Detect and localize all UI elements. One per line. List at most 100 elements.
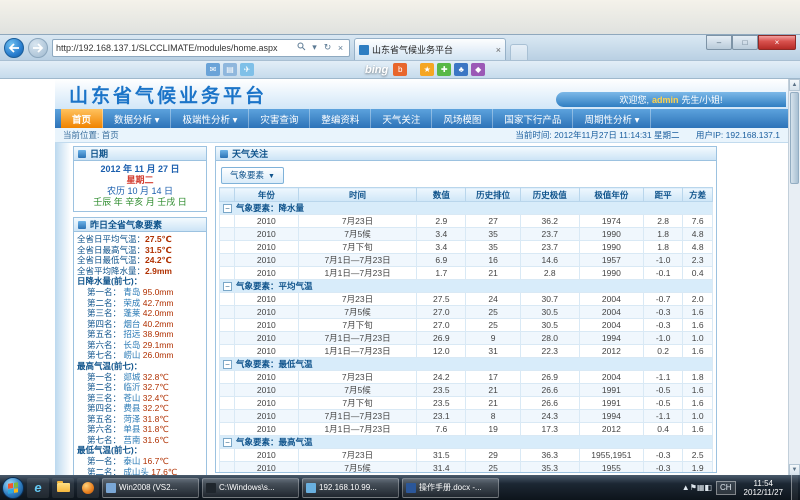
media-player-icon (82, 482, 94, 494)
taskbar-button[interactable]: 操作手册.docx -... (402, 478, 499, 498)
nav-item[interactable]: 国家下行产品 (493, 109, 573, 128)
nav-item[interactable]: 极端性分析 ▾ (171, 109, 249, 128)
bing-logo[interactable]: bing (365, 64, 388, 76)
tab-close-icon[interactable]: × (496, 45, 501, 55)
maximize-button[interactable]: □ (732, 35, 758, 50)
rank-group-title: 最低气温(前七)： (77, 445, 203, 456)
scroll-up-icon[interactable]: ▲ (789, 79, 800, 91)
nav-item[interactable]: 周期性分析 ▾ (573, 109, 651, 128)
rank-item: 第一名： 青岛 95.0mm (77, 287, 203, 298)
rank-group-title: 日降水量(前七)： (77, 276, 203, 287)
scrollbar-thumb[interactable] (790, 92, 799, 184)
rank-item: 第三名： 苍山 32.4℃ (77, 393, 203, 404)
table-row: 20107月23日2.92736.219742.87.6 (220, 215, 713, 228)
address-dropdown-icon[interactable]: ▾ (309, 42, 320, 53)
table-header-cell: 极值年份 (579, 188, 643, 202)
weather-focus-header: 天气关注 (216, 147, 716, 161)
notes-plugin-icon[interactable]: ▤ (223, 63, 237, 76)
plugin-icon-2[interactable]: ✚ (437, 63, 451, 76)
clock-time: 11:54 (744, 479, 783, 488)
weather-stat: 全省日最高气温：31.5℃ (77, 245, 203, 256)
nav-item[interactable]: 整编资料 (310, 109, 371, 128)
table-row: 20107月23日31.52936.31955,1951-0.32.5 (220, 449, 713, 462)
ie-taskbar-icon[interactable]: e (27, 478, 49, 498)
taskbar-button[interactable]: C:\Windows\s... (202, 478, 299, 498)
rank-item: 第七名： 莒南 31.6℃ (77, 435, 203, 446)
nav-item[interactable]: 天气关注 (371, 109, 432, 128)
table-row: 20107月23日24.21726.92004-1.11.8 (220, 371, 713, 384)
plugin-icon-4[interactable]: ◆ (471, 63, 485, 76)
table-group-row[interactable]: −气象要素：平均气温 (220, 280, 713, 293)
nav-item[interactable]: 风场模图 (432, 109, 493, 128)
explorer-taskbar-icon[interactable] (52, 478, 74, 498)
windows-flag-icon (8, 482, 18, 493)
rank-item: 第五名： 菏泽 31.8℃ (77, 414, 203, 425)
volume-icon[interactable]: ◧ (704, 483, 712, 492)
plugin-icon-3[interactable]: ♣ (454, 63, 468, 76)
taskbar-clock[interactable]: 11:54 2012/11/27 (740, 479, 787, 497)
show-desktop-button[interactable] (791, 475, 798, 500)
bing-search-icon[interactable]: b (393, 63, 407, 76)
table-row: 20101月1日—7月23日1.7212.81990-0.10.4 (220, 267, 713, 280)
weather-stat: 全省平均降水量：2.9mm (77, 266, 203, 277)
welcome-prefix: 欢迎您, (619, 93, 649, 106)
rank-item: 第六名： 长岛 29.1mm (77, 340, 203, 351)
weather-summary-panel: 昨日全省气象要素 全省日平均气温：27.5℃全省日最高气温：31.5℃全省日最低… (73, 217, 207, 476)
table-group-row[interactable]: −气象要素：降水量 (220, 202, 713, 215)
collapse-icon[interactable]: − (223, 438, 232, 447)
nav-item[interactable]: 首页 (61, 109, 103, 128)
weather-stat: 全省日最低气温：24.2℃ (77, 255, 203, 266)
collapse-icon[interactable]: − (223, 204, 232, 213)
close-button[interactable]: × (758, 35, 796, 50)
send-plugin-icon[interactable]: ✈ (240, 63, 254, 76)
collapse-icon[interactable]: − (223, 360, 232, 369)
tab-favicon-icon (359, 45, 369, 55)
address-bar[interactable]: http://192.168.137.1/SLCCLIMATE/modules/… (52, 39, 350, 57)
weather-data-table: 年份时间数值历史排位历史极值极值年份距平方差−气象要素：降水量20107月23日… (219, 187, 713, 473)
weather-icon (78, 221, 86, 229)
element-filter-button[interactable]: 气象要素▼ (221, 167, 284, 184)
new-tab-button[interactable] (510, 44, 528, 60)
stop-icon[interactable]: × (335, 43, 346, 53)
back-button[interactable] (4, 38, 24, 58)
table-header-cell: 方差 (683, 188, 713, 202)
page-scrollbar[interactable]: ▲ ▼ (788, 79, 800, 476)
nav-item[interactable]: 灾害查询 (249, 109, 310, 128)
start-button[interactable] (2, 477, 24, 499)
ime-language-button[interactable]: CH (716, 481, 736, 495)
table-header-cell: 数值 (417, 188, 466, 202)
date-panel: 日期 2012 年 11 月 27 日星期二农历 10 月 14 日壬辰 年 辛… (73, 146, 207, 212)
table-header-cell (220, 188, 235, 202)
weather-focus-body: 气象要素▼ 年份时间数值历史排位历史极值极值年份距平方差−气象要素：降水量201… (216, 161, 716, 473)
mail-plugin-icon[interactable]: ✉ (206, 63, 220, 76)
date-line: 壬辰 年 辛亥 月 壬戌 日 (76, 197, 204, 208)
hidden-icons-button[interactable]: ▲ (682, 483, 690, 492)
scrollbar-track[interactable] (789, 185, 800, 464)
rank-item: 第四名： 费县 32.2℃ (77, 403, 203, 414)
refresh-icon[interactable]: ↻ (322, 42, 333, 53)
content-area: 日期 2012 年 11 月 27 日星期二农历 10 月 14 日壬辰 年 辛… (55, 143, 788, 476)
table-row: 20107月5候23.52126.61991-0.51.6 (220, 384, 713, 397)
minimize-button[interactable]: – (706, 35, 732, 50)
browser-tab[interactable]: 山东省气候业务平台 × (354, 38, 506, 60)
welcome-suffix: 先生/小姐! (682, 93, 723, 106)
nav-item[interactable]: 数据分析 ▾ (103, 109, 171, 128)
table-group-row[interactable]: −气象要素：最低气温 (220, 358, 713, 371)
nav-menu: 首页数据分析 ▾极端性分析 ▾灾害查询整编资料天气关注风场模图国家下行产品周期性… (55, 109, 788, 128)
taskbar-button[interactable]: Win2008 (VS2... (102, 478, 199, 498)
table-row: 20107月下旬27.02530.52004-0.31.6 (220, 319, 713, 332)
media-player-taskbar-icon[interactable] (77, 478, 99, 498)
table-group-row[interactable]: −气象要素：最高气温 (220, 436, 713, 449)
server-icon (106, 483, 116, 493)
collapse-icon[interactable]: − (223, 282, 232, 291)
search-icon[interactable] (296, 42, 307, 53)
table-header-cell: 时间 (298, 188, 416, 202)
plugin-icon-1[interactable]: ★ (420, 63, 434, 76)
current-time: 当前时间: 2012年11月27日 11:14:31 星期二 (515, 130, 679, 140)
taskbar-button[interactable]: 192.168.10.99... (302, 478, 399, 498)
weather-panel-header: 昨日全省气象要素 (74, 218, 206, 232)
action-center-icon[interactable]: ⚑ (690, 483, 697, 492)
folder-icon (57, 483, 70, 492)
forward-button[interactable] (28, 38, 48, 58)
system-tray: ▲⚑▦◧ CH 11:54 2012/11/27 (682, 475, 798, 500)
